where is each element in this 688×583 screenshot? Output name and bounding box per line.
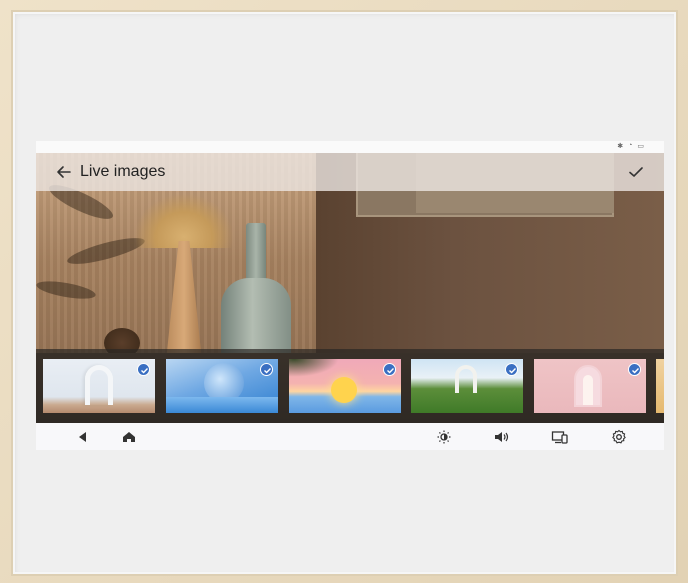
thumbnail-pink-sunset[interactable] — [289, 359, 401, 413]
home-icon[interactable] — [120, 429, 138, 445]
vase-neck — [246, 223, 266, 285]
selected-check-icon — [260, 363, 273, 376]
bluetooth-icon: ✱ — [617, 143, 626, 150]
device-screen: ✱ ◔ ▭ Live images — [36, 141, 664, 450]
thumbnail-blue-circle[interactable] — [166, 359, 278, 413]
arch-shape — [455, 365, 477, 393]
selected-check-icon — [505, 363, 518, 376]
top-app-bar: Live images — [36, 153, 664, 191]
palm-leaves — [289, 359, 339, 377]
brightness-icon[interactable] — [435, 429, 453, 445]
door-shape — [574, 365, 602, 407]
volume-icon[interactable] — [493, 429, 511, 445]
thumbnail-green-field[interactable] — [411, 359, 523, 413]
arrow-left-icon[interactable] — [54, 162, 74, 182]
devices-icon[interactable] — [551, 429, 569, 445]
thumbnail-strip[interactable] — [36, 349, 664, 423]
thumbnail-pink-door[interactable] — [534, 359, 646, 413]
arch-shape — [85, 365, 113, 405]
page-title: Live images — [80, 163, 166, 180]
selected-check-icon — [137, 363, 150, 376]
wifi-icon: ◔ — [628, 142, 635, 149]
status-icons: ✱ ◔ ▭ — [617, 142, 646, 150]
back-triangle-icon[interactable] — [74, 429, 92, 445]
status-bar: ✱ ◔ ▭ — [36, 141, 664, 153]
battery-icon: ▭ — [637, 143, 646, 150]
water-surface — [166, 397, 278, 413]
thumbnail-white-arch[interactable] — [43, 359, 155, 413]
settings-icon[interactable] — [610, 429, 628, 445]
door-opening — [583, 375, 593, 405]
navigation-bar — [36, 423, 664, 450]
selected-check-icon — [383, 363, 396, 376]
check-icon[interactable] — [626, 162, 646, 182]
round-vase — [221, 223, 291, 363]
thumbnail-partial[interactable] — [656, 359, 664, 413]
selected-check-icon — [628, 363, 641, 376]
sun-shape — [331, 377, 357, 403]
dried-wheat — [134, 193, 234, 248]
